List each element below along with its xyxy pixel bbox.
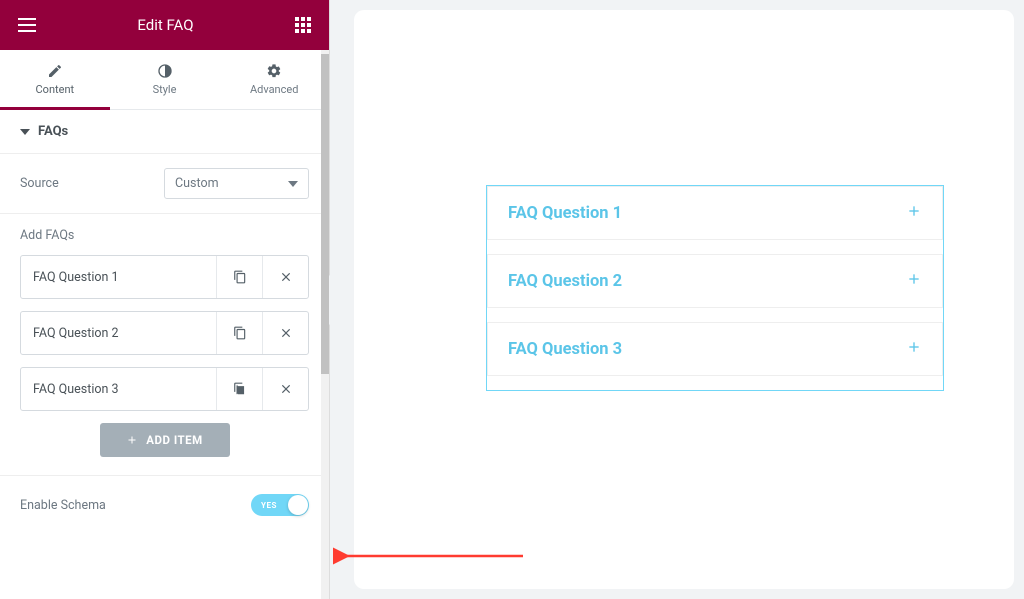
panel-title: Edit FAQ (137, 16, 193, 34)
remove-button[interactable] (262, 368, 308, 410)
duplicate-button[interactable] (216, 256, 262, 298)
faq-spacer (487, 308, 943, 322)
sidebar-scrollbar[interactable] (321, 50, 329, 599)
editor-tabs: Content Style Advanced (0, 50, 329, 110)
panel-header: Edit FAQ (0, 0, 329, 50)
enable-schema-toggle[interactable]: YES (251, 494, 309, 516)
faq-question[interactable]: FAQ Question 2 (487, 254, 943, 308)
faq-question[interactable]: FAQ Question 1 (487, 186, 943, 240)
tab-content-label: Content (36, 83, 75, 96)
scrollbar-thumb[interactable] (321, 54, 329, 374)
add-item-button[interactable]: ADD ITEM (100, 423, 230, 457)
faq-item-row: FAQ Question 3 (20, 367, 309, 411)
close-icon (279, 326, 293, 340)
tab-content[interactable]: Content (0, 50, 110, 109)
apps-icon[interactable] (295, 17, 311, 33)
enable-schema-row: Enable Schema YES (0, 476, 329, 534)
remove-button[interactable] (262, 256, 308, 298)
expand-icon (906, 339, 922, 359)
source-dropdown[interactable]: Custom (164, 168, 309, 199)
tab-advanced[interactable]: Advanced (219, 50, 329, 109)
duplicate-button[interactable] (216, 312, 262, 354)
toggle-yes-label: YES (261, 501, 277, 510)
copy-icon (233, 270, 247, 284)
tab-advanced-label: Advanced (250, 83, 298, 96)
duplicate-button[interactable] (216, 368, 262, 410)
remove-button[interactable] (262, 312, 308, 354)
faq-widget[interactable]: FAQ Question 1 FAQ Question 2 FAQ Questi… (486, 185, 944, 391)
copy-icon (233, 382, 247, 396)
add-item-label: ADD ITEM (146, 433, 202, 447)
enable-schema-label: Enable Schema (20, 498, 106, 513)
add-faqs-label: Add FAQs (20, 228, 309, 243)
faq-item-title[interactable]: FAQ Question 2 (21, 312, 216, 354)
caret-down-icon (20, 127, 30, 137)
toggle-knob (288, 495, 308, 515)
expand-icon (906, 203, 922, 223)
source-dropdown-value: Custom (175, 176, 219, 191)
faq-question[interactable]: FAQ Question 3 (487, 322, 943, 376)
tab-style[interactable]: Style (110, 50, 220, 109)
copy-icon (233, 326, 247, 340)
faq-spacer (487, 376, 943, 390)
section-faqs-title: FAQs (38, 124, 68, 139)
tab-style-label: Style (153, 83, 177, 96)
expand-icon (906, 271, 922, 291)
faq-question-title: FAQ Question 2 (508, 272, 622, 291)
preview-canvas[interactable]: FAQ Question 1 FAQ Question 2 FAQ Questi… (354, 10, 1014, 589)
plus-icon (126, 434, 138, 446)
faq-item-row: FAQ Question 2 (20, 311, 309, 355)
faq-item-title[interactable]: FAQ Question 3 (21, 368, 216, 410)
chevron-down-icon (288, 179, 298, 189)
editor-sidebar: Edit FAQ Content Style Advanced FAQs Sou… (0, 0, 330, 599)
faq-spacer (487, 240, 943, 254)
menu-icon[interactable] (18, 18, 36, 32)
preview-area: FAQ Question 1 FAQ Question 2 FAQ Questi… (330, 0, 1024, 599)
faq-question-title: FAQ Question 1 (508, 204, 622, 223)
source-row: Source Custom (0, 154, 329, 214)
faq-item-row: FAQ Question 1 (20, 255, 309, 299)
source-label: Source (20, 176, 59, 191)
close-icon (279, 382, 293, 396)
close-icon (279, 270, 293, 284)
faq-item-title[interactable]: FAQ Question 1 (21, 256, 216, 298)
faq-question-title: FAQ Question 3 (508, 340, 622, 359)
add-faqs-subsection: Add FAQs FAQ Question 1 FAQ Question 2 F… (0, 214, 329, 476)
section-faqs-header[interactable]: FAQs (0, 110, 329, 154)
